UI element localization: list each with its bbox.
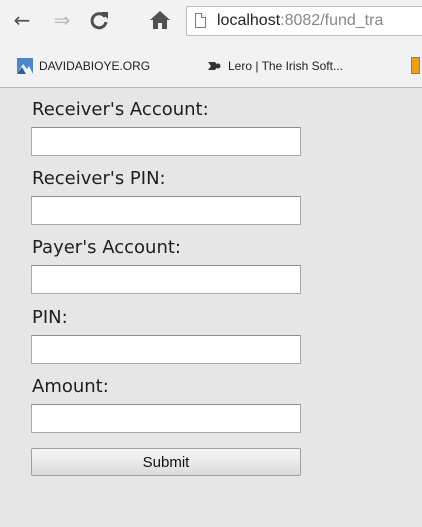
address-bar[interactable]: localhost:8082/fund_tra [186,6,422,36]
bookmark-folder-icon[interactable] [411,57,420,74]
pin-input[interactable] [31,335,301,364]
submit-button[interactable]: Submit [31,448,301,476]
receivers-account-input[interactable] [31,127,301,156]
url-text[interactable]: localhost:8082/fund_tra [217,11,383,31]
home-glyph [150,11,170,29]
reload-glyph [90,12,108,30]
url-path: :8082/fund_tra [280,12,384,29]
payers-account-input[interactable] [31,265,301,294]
reload-icon[interactable] [86,9,112,31]
bookmark-label: Lero | The Irish Soft... [228,59,343,73]
page-icon [195,13,206,28]
home-icon[interactable] [148,9,172,31]
lero-favicon-icon [208,62,221,70]
mountain-favicon-icon [17,58,33,74]
url-host: localhost [217,12,281,29]
browser-toolbar: ← ⇒ localhost:8082/fund_tra [0,0,422,44]
pin-label: PIN: [32,307,68,328]
payers-account-label: Payer's Account: [32,237,181,258]
receivers-pin-label: Receiver's PIN: [32,168,166,189]
amount-label: Amount: [32,376,109,397]
fund-transfer-form: Receiver's Account: Receiver's PIN: Paye… [0,88,422,527]
bookmarks-bar: DAVIDABIOYE.ORG Lero | The Irish Soft... [0,44,422,88]
receivers-account-label: Receiver's Account: [32,99,209,120]
bookmark-label: DAVIDABIOYE.ORG [39,59,151,73]
amount-input[interactable] [31,404,301,433]
receivers-pin-input[interactable] [31,196,301,225]
forward-icon[interactable]: ⇒ [50,9,74,31]
back-icon[interactable]: ← [10,9,34,31]
